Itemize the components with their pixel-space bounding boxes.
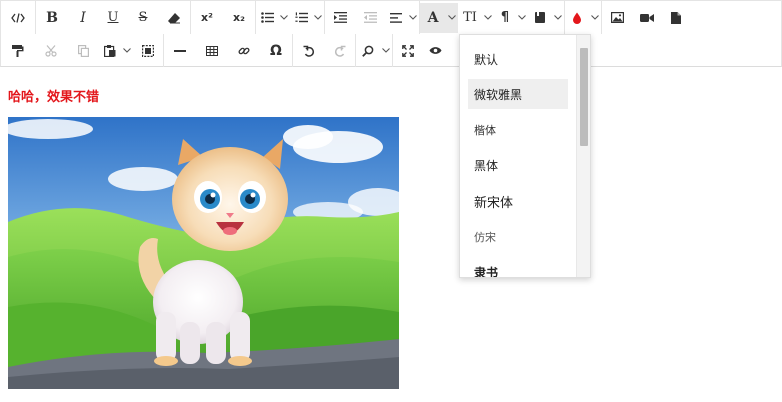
chevron-down-icon[interactable] (380, 36, 392, 66)
toolbar-row-1: B I U S x² x₂ A TI ¶ (1, 1, 690, 34)
special-char-button[interactable]: Ω (260, 36, 292, 66)
source-code-icon (11, 12, 25, 23)
chevron-down-icon[interactable] (552, 3, 564, 33)
fullscreen-button[interactable] (393, 36, 423, 66)
font-color-icon (572, 12, 582, 24)
outdent-button[interactable] (355, 3, 385, 33)
cut-button[interactable] (35, 36, 67, 66)
find-icon (362, 45, 374, 57)
table-icon (206, 45, 218, 56)
font-option-fangsong[interactable]: 仿宋 (468, 222, 568, 252)
clear-format-button[interactable] (158, 3, 190, 33)
video-icon (640, 13, 654, 23)
insert-link-button[interactable] (228, 36, 260, 66)
paste-icon (104, 44, 116, 57)
font-family-icon: A (427, 9, 439, 26)
font-size-button[interactable]: TI (458, 3, 482, 33)
insert-file-button[interactable] (662, 3, 690, 33)
bold-button[interactable]: B (36, 3, 68, 33)
format-painter-icon (12, 44, 24, 57)
scroll-up-icon[interactable] (580, 38, 588, 52)
subscript-button[interactable]: x₂ (223, 3, 255, 33)
find-button[interactable] (356, 36, 380, 66)
editor-toolbar: B I U S x² x₂ A TI ¶ Ω (0, 0, 782, 67)
superscript-button[interactable]: x² (191, 3, 223, 33)
superscript-icon: x² (201, 11, 213, 24)
content-text: 哈哈，效果不错 (8, 90, 100, 105)
font-family-dropdown: 默认 微软雅黑 楷体 黑体 新宋体 仿宋 隶书 (459, 34, 591, 278)
special-char-icon: Ω (270, 42, 282, 59)
underline-button[interactable]: U (98, 3, 128, 33)
file-icon (671, 11, 681, 24)
font-option-default[interactable]: 默认 (468, 44, 568, 74)
underline-icon: U (107, 10, 119, 25)
font-option-lishu[interactable]: 隶书 (468, 257, 568, 278)
insert-video-button[interactable] (632, 3, 662, 33)
preview-icon (429, 46, 442, 55)
redo-button[interactable] (325, 36, 355, 66)
scroll-down-icon[interactable] (580, 267, 588, 273)
select-all-icon (142, 44, 154, 57)
insert-image-button[interactable] (602, 3, 632, 33)
preview-button[interactable] (423, 36, 447, 66)
chevron-down-icon[interactable] (407, 3, 419, 33)
eraser-icon (167, 12, 181, 24)
source-code-button[interactable] (1, 3, 35, 33)
image-icon (610, 12, 624, 23)
chevron-down-icon[interactable] (589, 3, 601, 33)
toolbar-row-2: Ω (1, 34, 447, 67)
indent-icon (333, 12, 347, 23)
strikethrough-button[interactable]: S (128, 3, 158, 33)
insert-table-button[interactable] (196, 36, 228, 66)
align-button[interactable] (385, 3, 407, 33)
bookmark-button[interactable] (528, 3, 552, 33)
link-icon (238, 45, 250, 57)
chevron-down-icon[interactable] (482, 3, 494, 33)
chevron-down-icon[interactable] (278, 3, 290, 33)
undo-button[interactable] (293, 36, 325, 66)
copy-button[interactable] (67, 36, 99, 66)
chevron-down-icon[interactable] (446, 2, 458, 33)
redo-icon (334, 45, 346, 57)
paragraph-button[interactable]: ¶ (494, 3, 516, 33)
align-icon (390, 12, 402, 23)
strikethrough-icon: S (138, 10, 148, 25)
scrollbar-thumb[interactable] (580, 48, 588, 146)
chevron-down-icon[interactable] (121, 36, 133, 66)
font-color-button[interactable] (565, 3, 589, 33)
copy-icon (77, 44, 89, 57)
undo-icon (303, 45, 315, 57)
editor-content[interactable]: 哈哈，效果不错 (8, 86, 99, 105)
chevron-down-icon[interactable] (516, 3, 528, 33)
bullet-list-icon (260, 12, 274, 23)
subscript-icon: x₂ (233, 11, 245, 24)
fullscreen-icon (402, 44, 414, 57)
chevron-down-icon[interactable] (312, 3, 324, 33)
font-option-heiti[interactable]: 黑体 (468, 150, 568, 180)
font-option-microsoft-yahei[interactable]: 微软雅黑 (468, 79, 568, 109)
font-option-new-songti[interactable]: 新宋体 (468, 186, 568, 216)
dropdown-scrollbar[interactable] (576, 35, 590, 277)
cut-icon (45, 44, 57, 57)
bold-icon: B (46, 9, 58, 26)
horizontal-rule-icon (174, 49, 186, 53)
italic-button[interactable]: I (68, 3, 98, 33)
paste-button[interactable] (99, 36, 121, 66)
italic-icon: I (80, 9, 86, 26)
numbered-list-icon (294, 12, 308, 23)
select-all-button[interactable] (133, 36, 163, 66)
horizontal-rule-button[interactable] (164, 36, 196, 66)
indent-button[interactable] (325, 3, 355, 33)
format-painter-button[interactable] (1, 36, 35, 66)
paragraph-icon: ¶ (500, 10, 510, 25)
font-option-kaiti[interactable]: 楷体 (468, 115, 568, 145)
content-image[interactable] (8, 117, 399, 389)
bullet-list-button[interactable] (256, 3, 278, 33)
font-size-icon: TI (463, 10, 477, 25)
bookmark-icon (535, 12, 545, 23)
numbered-list-button[interactable] (290, 3, 312, 33)
font-family-button[interactable]: A (420, 2, 446, 33)
outdent-icon (363, 12, 377, 23)
